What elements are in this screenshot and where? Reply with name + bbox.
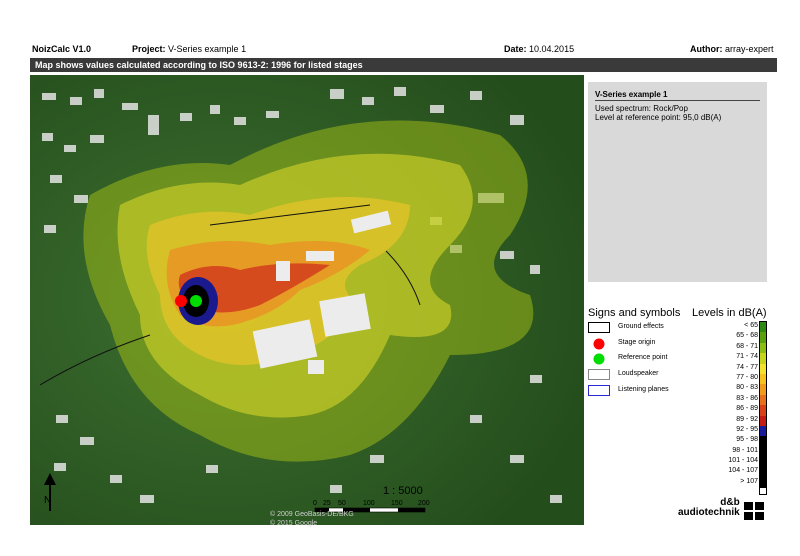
author-value: array-expert [725, 44, 774, 54]
date-field: Date: 10.04.2015 [504, 44, 575, 54]
legend-range: 74 - 77 [736, 363, 758, 371]
scale-tick-25: 25 [323, 500, 331, 507]
legend-swatch [760, 363, 766, 374]
legend-swatch [760, 373, 766, 385]
legend-range: 104 - 107 [728, 467, 758, 475]
legend-range: 77 - 80 [736, 373, 758, 381]
author-field: Author: array-expert [690, 44, 774, 54]
info-spectrum: Used spectrum: Rock/Pop [595, 104, 688, 113]
info-panel: V-Series example 1 Used spectrum: Rock/P… [588, 82, 767, 282]
legend-range: 68 - 71 [736, 342, 758, 350]
legend-swatch [760, 332, 766, 343]
legend-swatch [760, 477, 766, 489]
scale-tick-50: 50 [338, 500, 346, 507]
legend-swatch [760, 425, 766, 437]
legend-swatch [760, 436, 766, 447]
date-value: 10.04.2015 [529, 44, 575, 54]
red-dot-icon [593, 338, 605, 350]
stage-origin-marker [175, 295, 187, 307]
legend-range: 83 - 86 [736, 394, 758, 402]
legend-swatch [760, 322, 766, 333]
legend-range: 89 - 92 [736, 415, 758, 423]
scale-tick-150: 150 [391, 500, 403, 507]
symbol-label: Stage origin [618, 339, 656, 346]
brand-logo: d&b audiotechnik [678, 498, 740, 518]
loudspeaker-icon [588, 369, 610, 380]
noise-map-svg: N 0 25 50 100 150 200 [30, 75, 584, 525]
legend-range: 95 - 98 [736, 436, 758, 444]
copyright-line-1: © 2009 GeoBasis-DE/BKG [270, 511, 354, 518]
copyright-line-2: © 2015 Google [270, 520, 318, 527]
green-dot-icon [593, 353, 605, 365]
scale-tick-200: 200 [418, 500, 430, 507]
app-name: NoizCalc V1.0 [32, 44, 92, 54]
ground-effects-icon [588, 322, 610, 333]
legend-swatch [760, 446, 766, 458]
symbol-label: Loudspeaker [618, 370, 659, 377]
map-copyright: © 2009 GeoBasis-DE/BKG © 2015 Google [270, 510, 354, 528]
symbols-title: Signs and symbols [588, 307, 681, 319]
legend-range: > 107 [740, 477, 758, 485]
listening-plane-icon [588, 385, 610, 396]
legend-range: 65 - 68 [736, 332, 758, 340]
legend-range: 86 - 89 [736, 405, 758, 413]
legend-range: < 65 [744, 322, 758, 329]
project-value: V-Series example 1 [168, 44, 247, 54]
map-title-bar: Map shows values calculated according to… [30, 58, 777, 72]
svg-text:N: N [44, 495, 51, 506]
brand-line-2: audiotechnik [678, 507, 740, 518]
legend-range-labels: < 65 65 - 68 68 - 71 71 - 74 74 - 77 77 … [700, 321, 758, 487]
legend-swatch [760, 415, 766, 426]
legend-range: 101 - 104 [728, 457, 758, 465]
info-title: V-Series example 1 [595, 90, 760, 101]
symbol-label: Reference point [618, 354, 668, 361]
legend-range: 98 - 101 [732, 446, 758, 454]
map-scale-ratio: 1 : 5000 [383, 485, 423, 497]
legend-range: 80 - 83 [736, 384, 758, 392]
legend-swatch [760, 457, 766, 468]
scale-tick-100: 100 [363, 500, 375, 507]
legend-swatch [760, 384, 766, 395]
legend-swatch [760, 467, 766, 478]
reference-point-marker [190, 295, 202, 307]
legend-swatch [760, 394, 766, 406]
info-level: Level at reference point: 95,0 dB(A) [595, 113, 722, 122]
legend-swatch [760, 405, 766, 416]
noise-map[interactable]: N 0 25 50 100 150 200 [30, 75, 584, 525]
legend-color-bar [759, 321, 767, 495]
symbol-label: Listening planes [618, 386, 669, 393]
scale-tick-0: 0 [313, 500, 317, 507]
project-field: Project: V-Series example 1 [132, 44, 247, 54]
symbol-label: Ground effects [618, 323, 664, 330]
legend-range: 92 - 95 [736, 425, 758, 433]
legend-swatch [760, 353, 766, 364]
levels-title: Levels in dB(A) [692, 307, 767, 319]
legend-swatch [760, 342, 766, 354]
legend-range: 71 - 74 [736, 353, 758, 361]
brand-squares-icon [744, 502, 764, 520]
